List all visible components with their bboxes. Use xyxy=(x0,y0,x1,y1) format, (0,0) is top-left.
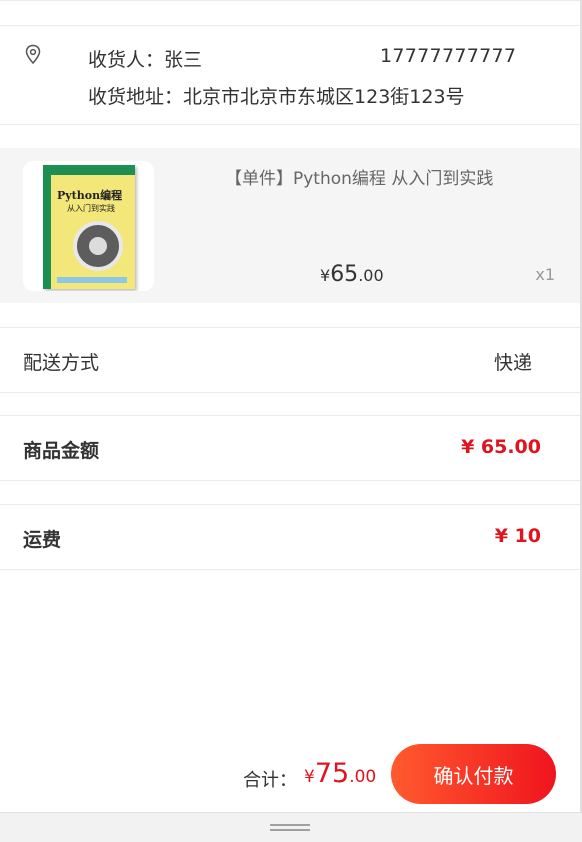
shipping-fee-row: 运费 ¥ 10 xyxy=(0,504,582,570)
total-price-currency: ¥ xyxy=(304,767,315,787)
product-thumbnail[interactable]: Python编程 从入门到实践 xyxy=(23,161,154,291)
drag-handle-icon[interactable] xyxy=(270,824,310,832)
address-card[interactable]: 收货人：张三 17777777777 收货地址：北京市北京市东城区123街123… xyxy=(0,25,582,125)
receiver-phone: 17777777777 xyxy=(380,45,517,67)
product-price-currency: ¥ xyxy=(320,266,331,285)
total-price: ¥75.00 xyxy=(304,758,376,789)
total-price-decimal: .00 xyxy=(349,767,377,787)
book-cover-image: Python编程 从入门到实践 xyxy=(43,165,135,289)
address-value: 北京市北京市东城区123街123号 xyxy=(183,86,465,108)
goods-amount-label: 商品金额 xyxy=(23,440,100,462)
location-pin-icon xyxy=(25,44,41,65)
delivery-method-row[interactable]: 配送方式 快递 xyxy=(0,327,582,393)
receiver-label: 收货人： xyxy=(88,49,165,71)
shipping-fee-value: ¥ 10 xyxy=(494,525,541,547)
product-price-integer: 65 xyxy=(330,262,359,287)
top-divider xyxy=(0,0,582,1)
product-item[interactable]: Python编程 从入门到实践 【单件】Python编程 从入门到实践 ¥65.… xyxy=(0,148,582,303)
address-label: 收货地址： xyxy=(88,86,184,108)
total-price-integer: 75 xyxy=(314,758,350,789)
receiver-line: 收货人：张三 xyxy=(88,45,202,72)
product-price: ¥65.00 xyxy=(320,262,384,287)
product-price-decimal: .00 xyxy=(358,266,384,285)
product-title[interactable]: 【单件】Python编程 从入门到实践 xyxy=(225,164,493,189)
delivery-method-label: 配送方式 xyxy=(23,352,100,374)
address-line: 收货地址：北京市北京市东城区123街123号 xyxy=(88,82,465,109)
confirm-pay-button[interactable]: 确认付款 xyxy=(391,744,556,804)
receiver-name: 张三 xyxy=(164,49,203,71)
total-label: 合计： xyxy=(243,770,297,791)
book-cover-subtitle: 从入门到实践 xyxy=(67,204,115,213)
delivery-method-value: 快递 xyxy=(493,352,532,374)
book-cover-title: Python编程 xyxy=(57,189,123,202)
goods-amount-value: ¥ 65.00 xyxy=(461,436,541,458)
product-quantity: x1 xyxy=(535,265,555,284)
goods-amount-row: 商品金额 ¥ 65.00 xyxy=(0,415,582,481)
shipping-fee-label: 运费 xyxy=(23,529,62,551)
